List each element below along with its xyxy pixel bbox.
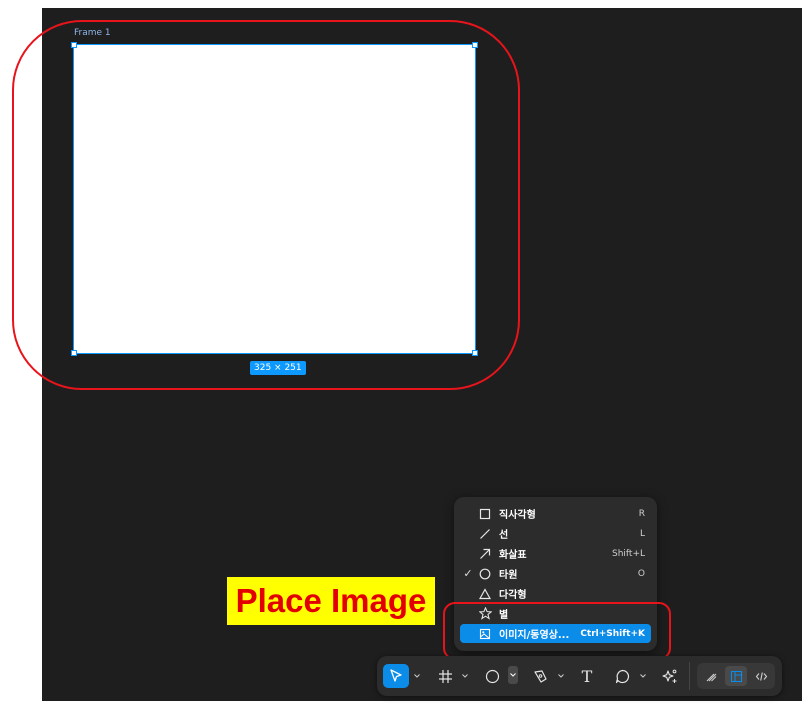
arrow-icon (476, 548, 494, 560)
menu-item-ellipse[interactable]: ✓ 타원 O (460, 564, 651, 583)
comment-tool-button[interactable] (610, 664, 634, 688)
design-mode-button[interactable] (725, 666, 747, 686)
design-mode-icon (730, 670, 743, 683)
comment-tool-dropdown[interactable] (639, 670, 647, 682)
chevron-down-icon (558, 674, 564, 678)
checkmark-icon: ✓ (463, 567, 473, 580)
actions-button[interactable] (658, 664, 682, 688)
annotation-rectangle (443, 602, 671, 660)
shape-icon (485, 669, 500, 684)
draw-mode-button[interactable] (700, 666, 722, 686)
menu-item-line[interactable]: 선 L (460, 524, 651, 543)
shape-tool-button[interactable] (480, 664, 504, 688)
polygon-icon (476, 587, 494, 600)
chevron-down-icon (640, 674, 646, 678)
rectangle-icon (476, 508, 494, 520)
menu-item-polygon[interactable]: 다각형 (460, 584, 651, 603)
pen-icon (533, 669, 548, 684)
menu-item-label: 다각형 (499, 590, 527, 601)
move-tool-dropdown[interactable] (413, 670, 421, 682)
menu-item-label: 타원 (499, 570, 518, 581)
chevron-down-icon (462, 674, 468, 678)
frame-tool-dropdown[interactable] (461, 670, 469, 682)
pen-tool-button[interactable] (528, 664, 552, 688)
annotation-label: Place Image (227, 577, 435, 625)
menu-item-arrow[interactable]: 화살표 Shift+L (460, 544, 651, 563)
bottom-toolbar: T (377, 656, 782, 696)
menu-item-shortcut: R (638, 508, 645, 519)
line-icon (476, 528, 494, 540)
annotation-oval (12, 20, 520, 390)
menu-item-label: 선 (499, 530, 509, 541)
menu-item-shortcut: L (639, 528, 645, 539)
pen-tool-dropdown[interactable] (557, 670, 565, 682)
text-tool-button[interactable]: T (575, 664, 599, 688)
menu-item-shortcut: Shift+L (611, 548, 645, 559)
dev-mode-icon (755, 670, 768, 683)
frame-tool-button[interactable] (433, 664, 457, 688)
ellipse-icon (476, 568, 494, 580)
dev-mode-button[interactable] (750, 666, 772, 686)
draw-mode-icon (705, 670, 718, 683)
chevron-down-icon (414, 674, 420, 678)
comment-icon (615, 669, 630, 684)
actions-icon (662, 668, 678, 684)
move-icon (388, 668, 404, 684)
chevron-down-icon (510, 673, 516, 677)
menu-item-rectangle[interactable]: 직사각형 R (460, 504, 651, 523)
menu-item-label: 직사각형 (499, 510, 536, 521)
menu-item-shortcut: O (637, 568, 645, 579)
shape-tool-dropdown[interactable] (508, 666, 518, 684)
frame-icon (438, 669, 453, 684)
toolbar-divider (689, 662, 690, 690)
text-icon: T (581, 666, 593, 686)
menu-item-label: 화살표 (499, 550, 527, 561)
mode-switcher (697, 663, 775, 689)
move-tool-button[interactable] (383, 664, 409, 688)
